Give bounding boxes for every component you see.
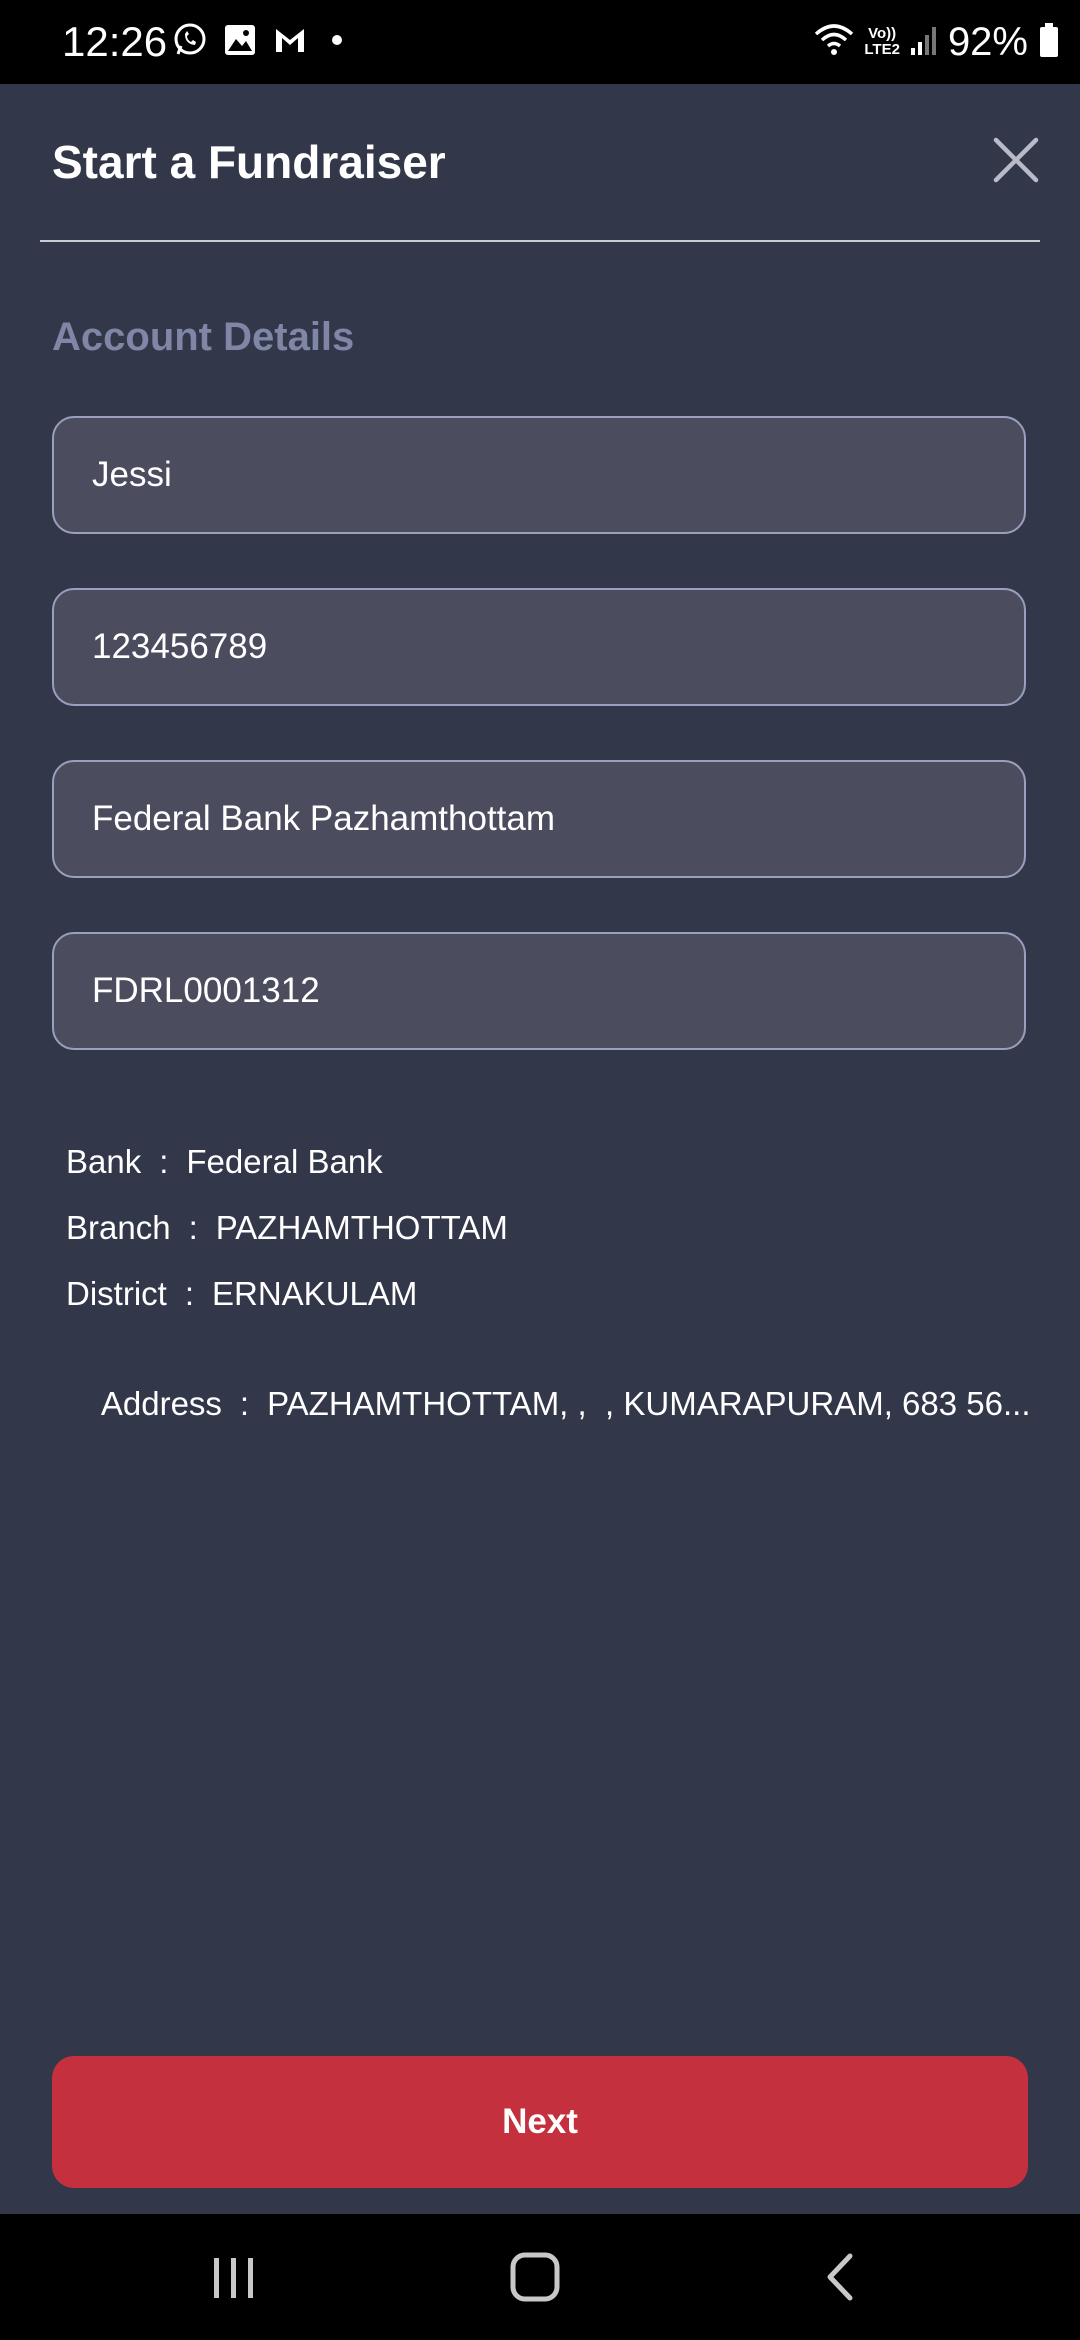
battery-icon <box>1038 22 1060 63</box>
status-right: Vo)) LTE2 92% <box>814 18 1060 66</box>
network-indicator: Vo)) LTE2 <box>864 26 900 58</box>
branch-value: PAZHAMTHOTTAM <box>215 1209 508 1246</box>
separator: : <box>188 1209 198 1246</box>
district-label: District <box>66 1275 167 1312</box>
battery-percent: 92% <box>947 20 1028 64</box>
next-button[interactable]: Next <box>52 2056 1028 2188</box>
account-number-field[interactable] <box>52 588 1026 706</box>
close-icon <box>993 137 1039 183</box>
address-value: PAZHAMTHOTTAM, , , KUMARAPURAM, 683 56..… <box>267 1385 1031 1422</box>
ifsc-field[interactable] <box>52 932 1026 1050</box>
home-button[interactable] <box>500 2244 570 2310</box>
district-value: ERNAKULAM <box>212 1275 418 1312</box>
branch-info-row: Branch: PAZHAMTHOTTAM <box>66 1206 508 1250</box>
page-title: Start a Fundraiser <box>52 136 446 188</box>
home-icon <box>510 2252 560 2302</box>
separator: : <box>239 1385 250 1422</box>
whatsapp-icon <box>172 22 208 58</box>
ifsc-input[interactable] <box>92 971 992 1011</box>
branch-name-input[interactable] <box>92 799 992 839</box>
gallery-icon <box>222 22 258 58</box>
bank-value: Federal Bank <box>186 1143 383 1180</box>
branch-name-field[interactable] <box>52 760 1026 878</box>
header-divider <box>40 240 1040 242</box>
wifi-icon <box>814 22 854 63</box>
more-notifications-dot <box>332 35 342 45</box>
recents-icon <box>214 2258 253 2298</box>
status-time: 12:26 <box>62 18 168 65</box>
address-info-row: Address: PAZHAMTHOTTAM, , , KUMARAPURAM, … <box>66 1338 1031 1470</box>
branch-label: Branch <box>66 1209 171 1246</box>
back-icon <box>827 2253 853 2301</box>
back-button[interactable] <box>806 2244 876 2310</box>
separator: : <box>159 1143 169 1180</box>
close-button[interactable] <box>990 134 1042 186</box>
status-bar: 12:26 Vo)) LTE2 92% <box>0 0 1080 84</box>
gmail-icon <box>272 22 308 58</box>
volte-label: Vo)) <box>868 25 897 42</box>
bank-info-row: Bank: Federal Bank <box>66 1140 383 1184</box>
account-name-input[interactable] <box>92 455 992 495</box>
section-title: Account Details <box>52 315 355 359</box>
navigation-bar <box>0 2214 1080 2340</box>
address-label: Address <box>100 1385 222 1422</box>
account-number-input[interactable] <box>92 627 992 667</box>
bank-label: Bank <box>66 1143 142 1180</box>
district-info-row: District: ERNAKULAM <box>66 1272 417 1316</box>
screen: 12:26 Vo)) LTE2 92% Start a Fundraiser A… <box>0 0 1080 2340</box>
next-button-label: Next <box>502 2102 578 2141</box>
recents-button[interactable] <box>198 2244 268 2310</box>
account-name-field[interactable] <box>52 416 1026 534</box>
network-label: LTE2 <box>864 41 900 58</box>
notification-icons <box>172 22 342 58</box>
separator: : <box>184 1275 194 1312</box>
signal-icon <box>910 24 938 61</box>
